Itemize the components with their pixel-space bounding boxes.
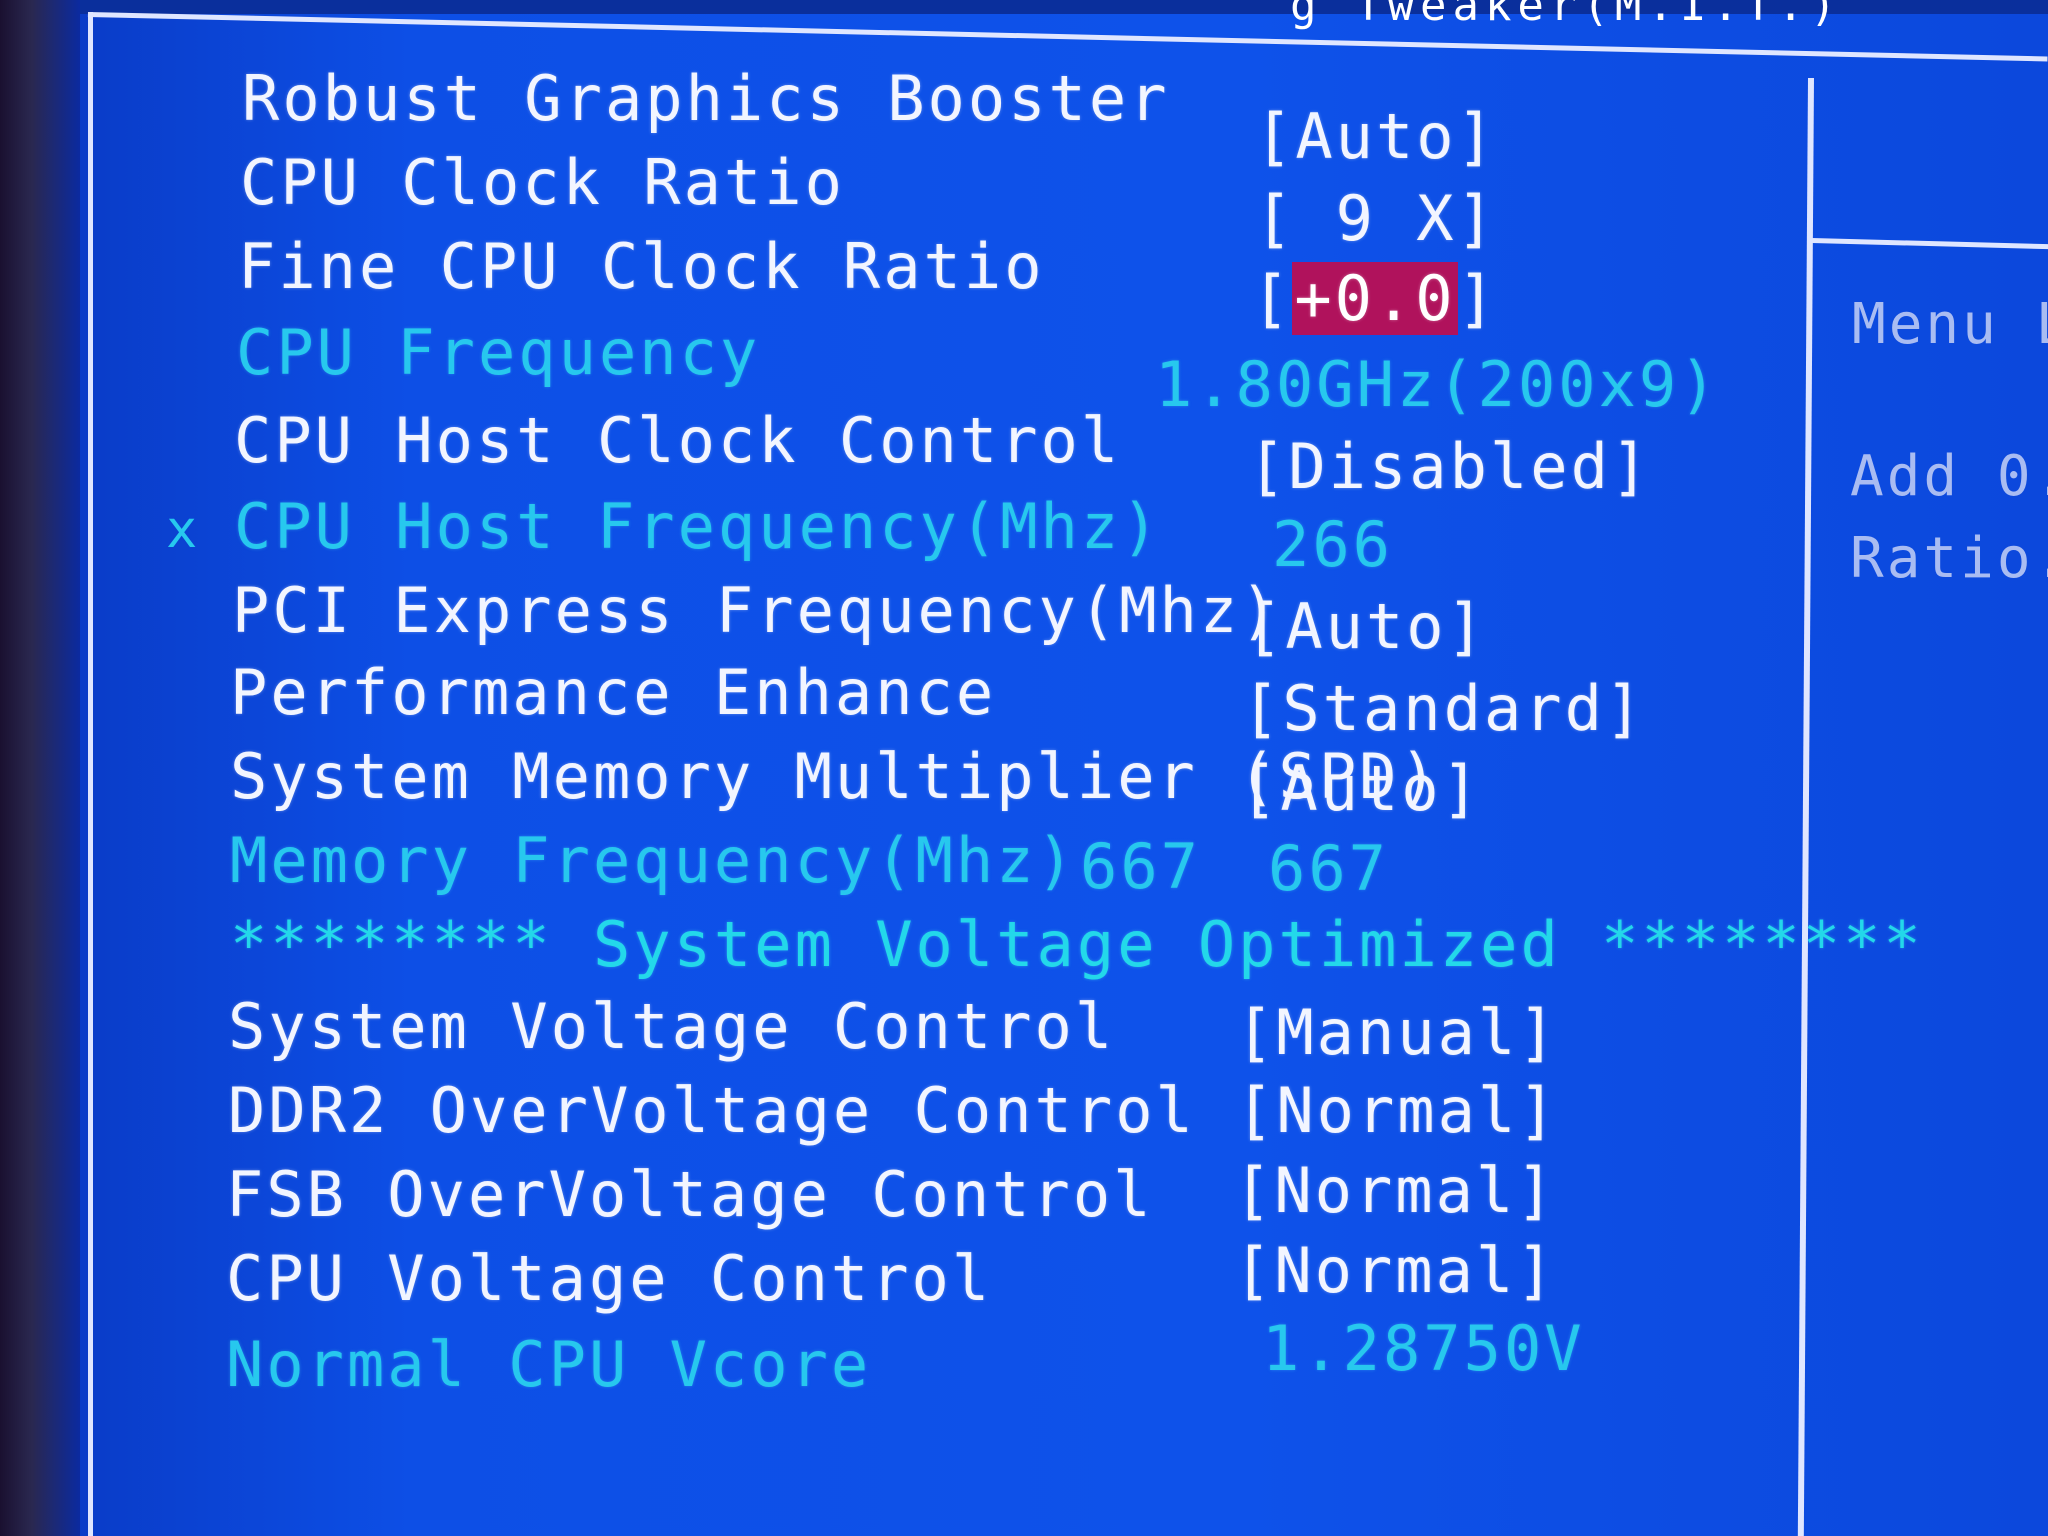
setting-label-ddr2-overvoltage-control: DDR2 OverVoltage Control [228, 1074, 1196, 1147]
setting-value-cpu-frequency: 1.80GHz(200x9) [1155, 348, 1720, 421]
setting-value-pci-express-frequency[interactable]: [Auto] [1245, 590, 1487, 663]
setting-value-performance-enhance[interactable]: [Standard] [1242, 672, 1645, 745]
selected-value-highlight[interactable]: +0.0 [1292, 262, 1458, 335]
setting-value-cpu-host-frequency: 266 [1272, 508, 1393, 581]
setting-value-memory-frequency-b: 667 [1268, 832, 1389, 905]
setting-value-ddr2-overvoltage-control[interactable]: [Normal] [1236, 1074, 1559, 1147]
disabled-marker-icon: x [166, 500, 198, 560]
setting-label-cpu-frequency: CPU Frequency [236, 316, 761, 389]
help-text-line-2: Ratio. [1850, 526, 2048, 591]
setting-label-cpu-clock-ratio: CPU Clock Ratio [240, 146, 845, 219]
setting-label-system-voltage-control: System Voltage Control [228, 990, 1116, 1063]
title-text: g Tweaker(M.I.T.) [1290, 0, 1843, 31]
bios-screen: g Tweaker(M.I.T.) Robust Graphics Booste… [0, 0, 2048, 1536]
setting-label-performance-enhance: Performance Enhance [230, 656, 997, 729]
setting-value-fine-cpu-clock-ratio[interactable]: [+0.0] [1252, 262, 1498, 335]
help-text-line-1: Add 0.5 [1850, 444, 2048, 509]
setting-label-normal-cpu-vcore: Normal CPU Vcore [226, 1328, 872, 1401]
help-panel-divider [1797, 77, 1814, 1536]
setting-value-system-voltage-control[interactable]: [Manual] [1236, 996, 1559, 1069]
value-close-bracket: ] [1457, 262, 1498, 335]
title-bar: g Tweaker(M.I.T.) [80, 0, 2048, 31]
setting-label-fine-cpu-clock-ratio: Fine CPU Clock Ratio [238, 230, 1045, 303]
monitor-bezel [0, 0, 80, 1536]
setting-label-pci-express-frequency: PCI Express Frequency(Mhz) [232, 574, 1281, 647]
setting-value-system-memory-multiplier[interactable]: [Auto] [1240, 752, 1482, 825]
setting-value-cpu-voltage-control[interactable]: [Normal] [1234, 1234, 1557, 1307]
frame-left-border [88, 12, 93, 1536]
setting-value-robust-graphics-booster[interactable]: [Auto] [1255, 100, 1497, 173]
setting-label-cpu-host-clock-control: CPU Host Clock Control [234, 404, 1122, 477]
help-menu-level: Menu Le [1852, 292, 2048, 357]
setting-value-cpu-host-clock-control[interactable]: [Disabled] [1248, 430, 1651, 503]
setting-value-memory-frequency-a: 667 [1080, 830, 1201, 903]
setting-value-fsb-overvoltage-control[interactable]: [Normal] [1234, 1154, 1557, 1227]
setting-value-normal-cpu-vcore: 1.28750V [1262, 1312, 1585, 1385]
setting-value-cpu-clock-ratio[interactable]: [ 9 X] [1255, 182, 1497, 255]
section-header-system-voltage: ******** System Voltage Optimized ******… [230, 908, 1924, 981]
setting-label-cpu-voltage-control: CPU Voltage Control [226, 1242, 993, 1315]
setting-label-robust-graphics-booster: Robust Graphics Booster [242, 62, 1170, 135]
help-header-divider [1811, 238, 2048, 250]
setting-label-fsb-overvoltage-control: FSB OverVoltage Control [226, 1158, 1154, 1231]
setting-label-memory-frequency: Memory Frequency(Mhz) [230, 824, 1077, 897]
setting-label-cpu-host-frequency: CPU Host Frequency(Mhz) [234, 490, 1162, 563]
value-open-bracket: [ [1252, 262, 1293, 335]
